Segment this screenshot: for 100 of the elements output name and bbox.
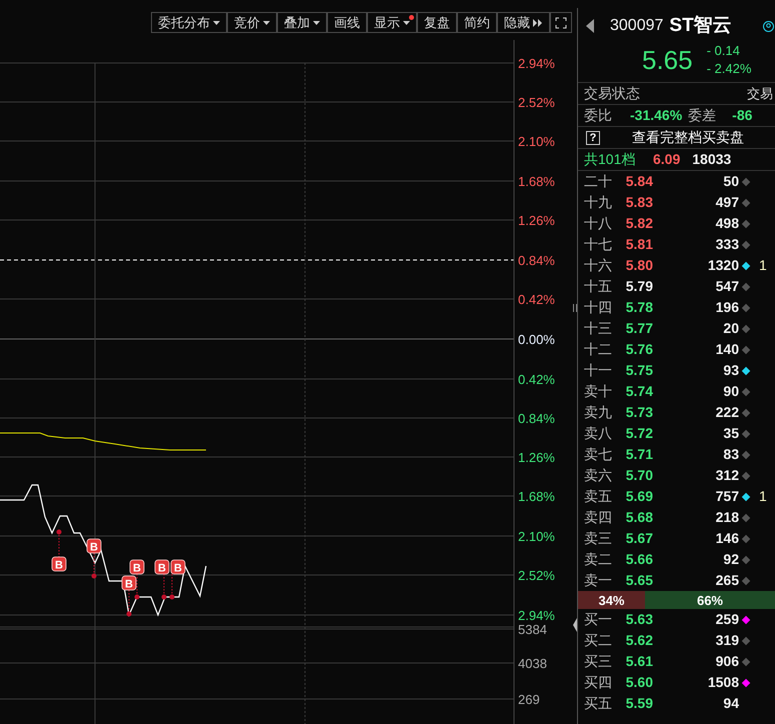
level-label: 十五 xyxy=(583,277,613,296)
level-label: 十三 xyxy=(583,319,613,338)
volume: 547 xyxy=(714,277,739,296)
price: 5.79 xyxy=(624,277,653,296)
price: 5.60 xyxy=(624,673,653,692)
price: 5.84 xyxy=(624,172,653,191)
axis-label: 2.10% xyxy=(518,529,555,544)
level-label: 十二 xyxy=(583,340,613,359)
full-order-book-link[interactable]: 查看完整档买卖盘 xyxy=(632,127,744,148)
price: 5.74 xyxy=(624,382,653,401)
price: 5.81 xyxy=(624,235,653,254)
volume: 50 xyxy=(722,172,739,191)
price: 5.66 xyxy=(624,550,653,569)
axis-label: 0.42% xyxy=(518,372,555,387)
price: 5.82 xyxy=(624,214,653,233)
volume: 20 xyxy=(722,319,739,338)
toolbar-button[interactable]: 竞价 xyxy=(227,12,277,33)
volume: 319 xyxy=(714,631,739,650)
volume: 90 xyxy=(722,382,739,401)
price: 5.76 xyxy=(624,340,653,359)
total-volume: 18033 xyxy=(692,150,732,169)
volume: 259 xyxy=(714,610,739,629)
grip-icon[interactable] xyxy=(573,304,577,312)
volume: 140 xyxy=(714,340,739,359)
volume: 497 xyxy=(714,193,739,212)
price: 5.72 xyxy=(624,424,653,443)
axis-label: 4038 xyxy=(518,656,547,671)
volume: 1320 xyxy=(706,256,739,275)
volume: 906 xyxy=(714,652,739,671)
level-label: 卖十 xyxy=(583,382,613,401)
collapse-handle-icon[interactable] xyxy=(573,618,577,632)
volume: 196 xyxy=(714,298,739,317)
level-label: 买一 xyxy=(583,610,613,629)
level-label: 卖一 xyxy=(583,571,613,590)
volume: 94 xyxy=(722,694,739,713)
axis-label: 2.94% xyxy=(518,56,555,71)
level-label: 十七 xyxy=(583,235,613,254)
volume: 83 xyxy=(722,445,739,464)
level-label: 卖四 xyxy=(583,508,613,527)
level-label: 卖七 xyxy=(583,445,613,464)
axis-label: 2.52% xyxy=(518,95,555,110)
volume: 498 xyxy=(714,214,739,233)
circled-number-icon[interactable] xyxy=(763,20,774,32)
fullscreen-button[interactable] xyxy=(550,12,572,33)
toolbar-button[interactable]: 简约 xyxy=(457,12,497,33)
fullscreen-icon xyxy=(555,16,567,28)
volume: 312 xyxy=(714,466,739,485)
level-label: 二十 xyxy=(583,172,613,191)
volume: 93 xyxy=(722,361,739,380)
diff-label: 委差 xyxy=(688,106,716,125)
toolbar-button[interactable]: 画线 xyxy=(327,12,367,33)
toolbar-button[interactable]: 隐藏 xyxy=(497,12,550,33)
level-label: 卖三 xyxy=(583,529,613,548)
level-label: 买四 xyxy=(583,673,613,692)
price: 5.83 xyxy=(624,193,653,212)
axis-label: 1.26% xyxy=(518,450,555,465)
status-value: 交易 xyxy=(747,84,773,103)
current-price: 5.65 xyxy=(642,44,693,76)
caret-icon xyxy=(313,20,320,24)
caret-icon xyxy=(263,20,270,24)
level-label: 买三 xyxy=(583,652,613,671)
price: 5.67 xyxy=(624,529,653,548)
volume: 333 xyxy=(714,235,739,254)
sell-share: 34% xyxy=(578,591,645,609)
axis-label: 0.00% xyxy=(518,332,555,347)
level-label: 十一 xyxy=(583,361,613,380)
toolbar-button[interactable]: 委托分布 xyxy=(151,12,227,33)
level-label: 卖五 xyxy=(583,487,613,506)
help-icon[interactable]: ? xyxy=(586,130,600,144)
previous-arrow-icon[interactable] xyxy=(586,19,594,33)
price: 5.71 xyxy=(624,445,653,464)
total-levels: 共101档 xyxy=(583,150,636,169)
price: 5.69 xyxy=(624,487,653,506)
extra-count: 1 xyxy=(759,256,767,275)
volume: 265 xyxy=(714,571,739,590)
volume: 92 xyxy=(722,550,739,569)
toolbar-button[interactable]: 复盘 xyxy=(417,12,457,33)
percent-change: - 2.42% xyxy=(706,60,752,78)
axis-label: 1.68% xyxy=(518,174,555,189)
level-label: 十八 xyxy=(583,214,613,233)
caret-icon xyxy=(403,20,410,24)
stock-name: ST智云 xyxy=(669,14,732,38)
price: 5.61 xyxy=(624,652,653,671)
toolbar-button[interactable]: 显示 xyxy=(367,12,417,33)
volume: 1508 xyxy=(706,673,739,692)
axis-label: 1.68% xyxy=(518,489,555,504)
buy-share: 66% xyxy=(696,592,724,609)
stock-code: 300097 xyxy=(610,16,664,36)
axis-label: 5384 xyxy=(518,622,547,637)
volume: 222 xyxy=(714,403,739,422)
axis-label: 0.42% xyxy=(518,292,555,307)
price: 5.62 xyxy=(624,631,653,650)
axis-label: 2.94% xyxy=(518,608,555,623)
volume: 218 xyxy=(714,508,739,527)
volume: 35 xyxy=(722,424,739,443)
price: 5.73 xyxy=(624,403,653,422)
toolbar-button[interactable]: 叠加 xyxy=(277,12,327,33)
price: 5.65 xyxy=(624,571,653,590)
status-label: 交易状态 xyxy=(584,84,640,103)
price: 5.63 xyxy=(624,610,653,629)
